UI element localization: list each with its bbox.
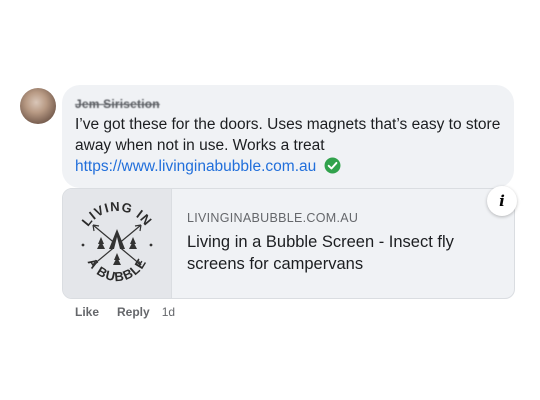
link-preview-thumbnail: LIVING IN A BUBBLE xyxy=(63,189,172,298)
svg-text:LIVING IN: LIVING IN xyxy=(79,199,156,229)
link-preview-title[interactable]: Living in a Bubble Screen - Insect fly s… xyxy=(187,231,497,275)
comment-actions: Like Reply 1d xyxy=(75,305,175,319)
comment-author-name[interactable]: Jem Sirisetion xyxy=(75,97,160,111)
living-in-a-bubble-logo: LIVING IN A BUBBLE xyxy=(79,199,156,285)
comment-link-line: https://www.livinginabubble.com.au xyxy=(75,156,505,177)
link-preview-domain: LIVINGINABUBBLE.COM.AU xyxy=(187,211,359,225)
like-button[interactable]: Like xyxy=(75,305,99,319)
check-circle-icon xyxy=(324,157,341,174)
info-icon[interactable]: i xyxy=(487,186,517,216)
link-preview-card[interactable]: LIVING IN A BUBBLE LIVINGINABUBBLE.COM.A… xyxy=(62,188,515,299)
comment-link[interactable]: https://www.livinginabubble.com.au xyxy=(75,158,316,175)
comment-text: I’ve got these for the doors. Uses magne… xyxy=(75,116,501,154)
comment-body: I’ve got these for the doors. Uses magne… xyxy=(75,114,505,177)
comment-timestamp[interactable]: 1d xyxy=(162,305,175,319)
commenter-avatar[interactable] xyxy=(20,88,56,124)
reply-button[interactable]: Reply xyxy=(117,305,150,319)
